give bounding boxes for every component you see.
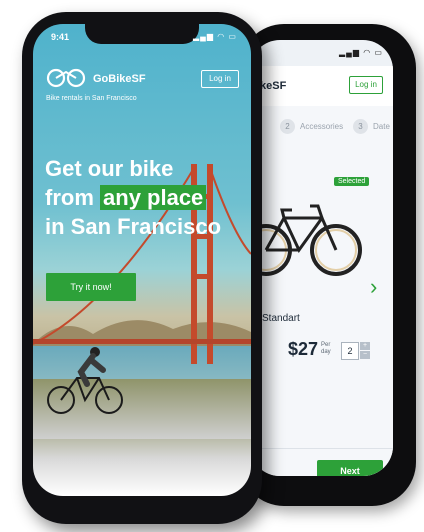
brand-name: keSF <box>260 80 287 92</box>
step-date[interactable]: 3 Date <box>353 119 390 134</box>
increment-icon[interactable]: + <box>360 342 370 350</box>
next-bike-chevron-icon[interactable]: › <box>370 274 377 300</box>
step-number: 2 <box>280 119 295 134</box>
step-progress: s 2Accessories 3Date <box>250 106 393 149</box>
quantity-field[interactable]: 2 <box>341 342 359 360</box>
try-it-now-button[interactable]: Try it now! <box>46 273 136 301</box>
tagline: Bike rentals in San Francisco <box>46 95 137 102</box>
selected-badge: Selected <box>334 177 370 186</box>
step-number: 3 <box>353 119 368 134</box>
login-button[interactable]: Log in <box>201 70 239 88</box>
hero-line-1: Get our bike <box>45 156 174 181</box>
next-button[interactable]: Next <box>317 460 383 476</box>
notch <box>85 24 199 44</box>
back-status-bar: ▂▄▆ ◠ ▭ <box>250 40 393 66</box>
price-unit: Per day <box>321 342 331 355</box>
step-label: Accessories <box>300 122 344 131</box>
decrement-icon[interactable]: − <box>360 351 370 359</box>
price: $27 <box>288 339 319 359</box>
cyclist-image <box>47 347 123 414</box>
status-icons: ▂▄▆ ◠ ▭ <box>193 32 237 41</box>
brand-name: GoBikeSF <box>93 73 146 85</box>
step-label: Date <box>373 122 390 131</box>
front-phone-screen: 9:41 ▂▄▆ ◠ ▭ GoBikeSF Bike rentals in Sa… <box>33 24 251 496</box>
hero-heading: Get our bike from any place in San Franc… <box>45 154 245 241</box>
back-phone-screen: ▂▄▆ ◠ ▭ keSF Log in s 2Accessories 3Date… <box>250 40 393 476</box>
status-icons: ▂▄▆ ◠ ▭ <box>339 48 383 57</box>
hero-line-2: from any place <box>45 183 245 212</box>
hero-line-3: in San Francisco <box>45 214 222 239</box>
divider <box>250 448 393 449</box>
step-accessories[interactable]: 2 Accessories <box>280 119 343 134</box>
gobike-logo-icon <box>46 68 86 88</box>
product-card: Selected › Standart $27 Per day 2 + − Ne… <box>250 148 393 476</box>
back-header: keSF Log in <box>250 66 393 106</box>
hero-highlight: any place <box>100 185 207 210</box>
bike-name: Standart <box>262 313 300 324</box>
login-button[interactable]: Log in <box>349 76 383 94</box>
bicycle-image <box>250 204 362 276</box>
hero-line-2-prefix: from <box>45 185 94 210</box>
status-time: 9:41 <box>51 32 70 42</box>
